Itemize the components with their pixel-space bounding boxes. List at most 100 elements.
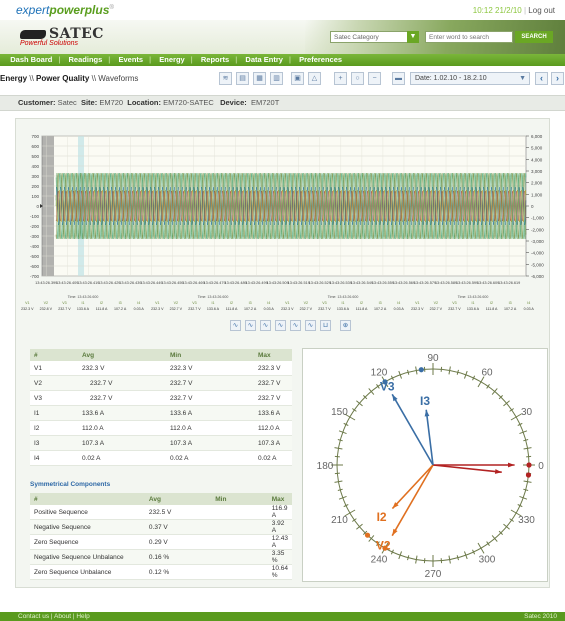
zoom-in-icon[interactable]: + (334, 72, 347, 85)
wave-i3-icon[interactable]: ∿ (305, 320, 316, 331)
wave-i1-icon[interactable]: ∿ (275, 320, 286, 331)
phasor-tick (456, 369, 459, 375)
category-dropdown-icon[interactable]: ▼ (407, 31, 419, 43)
bar-view-icon[interactable]: ▥ (270, 72, 283, 85)
wave-v3-icon[interactable]: ∿ (260, 320, 271, 331)
phasor-tick (486, 541, 490, 546)
nav-item-reports[interactable]: Reports (201, 54, 229, 66)
channel-label: I2 (490, 301, 493, 305)
table-cell: 0.02 A (78, 450, 166, 466)
channel-value: 111.8 A (96, 307, 108, 311)
date-range-select[interactable]: Date: 1.02.10 - 18.2.10 ▼ (410, 72, 530, 85)
phasor-view-icon[interactable]: △ (308, 72, 321, 85)
breadcrumb-waveforms: Waveforms (98, 74, 139, 83)
y-tick-label: 0 (36, 204, 39, 209)
y2-tick-label: -3,000 (531, 239, 544, 244)
phasor-tick (337, 439, 343, 442)
device-info-bar: Customer: Satec Site: EM720 Location: EM… (0, 95, 565, 111)
nav-item-events[interactable]: Events (118, 54, 143, 66)
x-tick-label: 13:43:26.579 (414, 281, 436, 285)
print-icon[interactable]: ▬ (392, 72, 405, 85)
table-cell: 232.7 V (254, 390, 292, 406)
footer-contact-link[interactable]: Contact us (18, 613, 49, 620)
readings-header-min: Min (166, 349, 254, 361)
channel-label: I4 (397, 301, 400, 305)
breadcrumb-power-quality[interactable]: Power Quality (36, 74, 89, 83)
x-tick-label: 13:43:26.499 (246, 281, 268, 285)
angle-label: 240 (371, 555, 388, 566)
zoom-wave-icon[interactable]: ⊕ (340, 320, 351, 331)
table-cell: 232.7 V (78, 375, 166, 391)
vector-v2 (391, 464, 434, 537)
previous-arrow-icon[interactable]: ‹ (535, 72, 548, 85)
nav-item-energy[interactable]: Energy (159, 54, 184, 66)
phasor-tick (448, 555, 451, 564)
channel-label: I3 (509, 301, 512, 305)
y2-tick-label: 0 (531, 204, 534, 209)
breadcrumb: Energy \\ Power Quality \\ Waveforms (0, 74, 139, 83)
x-tick-label: 13:43:26.409 (56, 281, 78, 285)
readings-header-name: # (30, 349, 78, 361)
table-view-icon[interactable]: ▣ (291, 72, 304, 85)
symmetrical-components-title: Symmetrical Components (30, 481, 111, 488)
category-select[interactable]: Satec Category (330, 31, 410, 43)
channel-value: 0.03 A (134, 307, 145, 311)
footer-about-link[interactable]: About (54, 613, 71, 620)
table-row: Negative Sequence Unbalance 0.16 % 3.35 % (30, 549, 292, 565)
footer-help-link[interactable]: Help (76, 613, 89, 620)
search-button[interactable]: SEARCH (515, 31, 553, 43)
search-input[interactable] (425, 31, 513, 43)
readings-header-max: Max (254, 349, 292, 361)
x-tick-label: 13:43:26.619 (498, 281, 520, 285)
nav-item-dashboard[interactable]: Dash Board (10, 54, 52, 66)
nav-item-readings[interactable]: Readings (69, 54, 103, 66)
phasor-tick (334, 447, 343, 450)
nav-item-preferences[interactable]: Preferences (299, 54, 342, 66)
nav-item-data-entry[interactable]: Data Entry (245, 54, 283, 66)
waveform-chart[interactable]: 700 600 500 400 300 200 100 0 -100 -200 -300 -400 -5… (18, 130, 550, 290)
vector-label: I3 (420, 394, 430, 408)
wave-v2-icon[interactable]: ∿ (245, 320, 256, 331)
channel-value: 111.8 A (226, 307, 238, 311)
harmonics-icon[interactable]: ⊔ (320, 320, 331, 331)
y-tick-label: -200 (30, 224, 40, 229)
channel-value: 232.3 V (21, 307, 34, 311)
vector-dot-i3 (418, 367, 424, 373)
y2-tick-label: 5,000 (531, 146, 543, 151)
y-tick-label: -400 (30, 244, 40, 249)
channel-value: 232.3 V (411, 307, 424, 311)
waveform-view-icon[interactable]: ≋ (219, 72, 232, 85)
grid-view-icon[interactable]: ▦ (253, 72, 266, 85)
channel-label: I2 (100, 301, 103, 305)
table-cell (211, 534, 268, 550)
chart-view-icon[interactable]: ▤ (236, 72, 249, 85)
angle-label: 180 (317, 461, 334, 472)
wave-i2-icon[interactable]: ∿ (290, 320, 301, 331)
angle-label: 300 (479, 555, 496, 566)
phasor-tick (510, 413, 522, 421)
footer-copyright: Satec 2010 (524, 613, 557, 620)
breadcrumb-energy[interactable]: Energy (0, 74, 27, 83)
phasor-tick (334, 480, 343, 483)
chevron-down-icon: ▼ (519, 75, 526, 82)
table-row: V1 232.3 V 232.3 V 232.3 V (30, 361, 292, 376)
table-cell: 112.0 A (166, 420, 254, 436)
y2-tick-label: -1,000 (531, 216, 544, 221)
expertpowerplus-logo: expertpowerplus® (16, 3, 114, 17)
channel-value: 107.2 A (114, 307, 127, 311)
current-time: 10:12 (472, 6, 493, 15)
logout-link[interactable]: Log out (528, 6, 555, 15)
phasor-tick (486, 384, 490, 389)
wave-v1-icon[interactable]: ∿ (230, 320, 241, 331)
phasor-tick (407, 555, 410, 561)
next-arrow-icon[interactable]: › (551, 72, 564, 85)
x-tick-label: 13:43:26.539 (330, 281, 352, 285)
channel-label: V2 (44, 301, 48, 305)
readings-header-row: # Avg Min Max (30, 349, 292, 361)
zoom-out-icon[interactable]: − (368, 72, 381, 85)
vector-head-v1 (508, 462, 515, 468)
x-tick-label: 13:43:26.589 (435, 281, 457, 285)
y-tick-label: 200 (31, 184, 39, 189)
zoom-icon[interactable]: ○ (351, 72, 364, 85)
channel-value: 232.7 V (318, 307, 331, 311)
